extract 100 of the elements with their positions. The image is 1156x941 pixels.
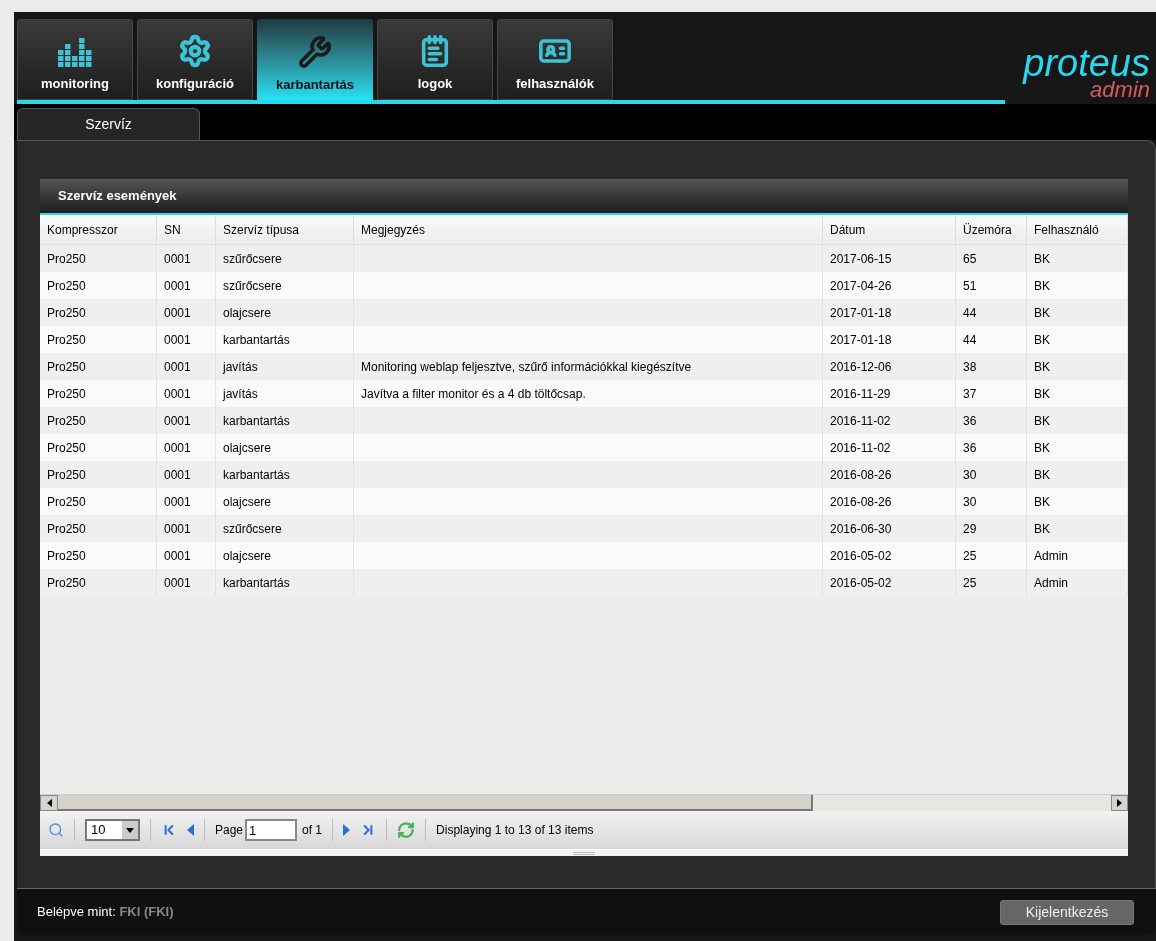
table-cell-text: BK [1034, 250, 1050, 268]
table-cell-text: 2016-12-06 [830, 358, 892, 376]
column-header[interactable]: Kompresszor [40, 215, 157, 244]
table-cell-text: 51 [963, 277, 977, 295]
table-cell-text: Pro250 [47, 520, 86, 538]
page-count: of 1 [302, 822, 323, 839]
table-cell-text: 2016-05-02 [830, 547, 892, 565]
grid-title: Szervíz események [40, 179, 1128, 215]
logo: proteus admin [1023, 46, 1151, 100]
table-cell-text: Pro250 [47, 493, 86, 511]
nav-tab[interactable]: felhasználók [497, 19, 613, 100]
table-cell-text: Admin [1034, 574, 1068, 592]
table-cell-text: Pro250 [47, 358, 86, 376]
table-cell-text: 2017-06-15 [830, 250, 892, 268]
table-cell-text: karbantartás [223, 331, 290, 349]
table-cell-text: BK [1034, 520, 1050, 538]
nav-tab[interactable]: monitoring [17, 19, 133, 100]
table-cell-text: Pro250 [47, 250, 86, 268]
table-cell-text: olajcsere [223, 547, 272, 565]
table-cell-text: 2016-05-02 [830, 574, 892, 592]
table-cell-text: karbantartás [223, 466, 290, 484]
table-cell-text: BK [1034, 385, 1050, 403]
login-status: Belépve mint: FKI (FKI) [37, 903, 174, 922]
table-cell-text: javítás [223, 385, 258, 403]
logout-button[interactable]: Kijelentkezés [1000, 899, 1134, 925]
table-cell-text: 2016-06-30 [830, 520, 892, 538]
table-cell-text: 0001 [164, 412, 191, 430]
table-cell-text: szűrőcsere [223, 277, 282, 295]
table-cell-text: Pro250 [47, 304, 86, 322]
table-cell-text: 2017-01-18 [830, 331, 892, 349]
next-page-icon[interactable] [343, 824, 351, 836]
table-cell-text: 2016-08-26 [830, 493, 892, 511]
section-tab[interactable]: Szervíz [17, 108, 200, 140]
table-cell-text: 0001 [164, 358, 191, 376]
table-cell-text: BK [1034, 466, 1050, 484]
horizontal-scrollbar[interactable] [40, 794, 1128, 811]
table-cell-text: 0001 [164, 493, 191, 511]
table-cell-text: Admin [1034, 547, 1068, 565]
table-cell-text: 0001 [164, 250, 191, 268]
table-cell-text: BK [1034, 439, 1050, 457]
table-cell-text: Monitoring weblap feljesztve, szűrő információkkal kiegészítve [361, 358, 692, 376]
table-cell-text: Pro250 [47, 385, 86, 403]
page-input[interactable]: 1 [245, 819, 298, 841]
table-cell-text: 0001 [164, 277, 191, 295]
table-cell-text: 44 [963, 331, 977, 349]
table-cell-text: 37 [963, 385, 977, 403]
column-header[interactable]: Megjegyzés [354, 215, 823, 244]
table-cell-text: BK [1034, 358, 1050, 376]
table-cell-text: Javítva a filter monitor és a 4 db töltőcsap. [361, 385, 586, 403]
column-header[interactable]: Felhasználó [1027, 215, 1128, 244]
resize-handle[interactable] [40, 849, 1128, 856]
column-header[interactable]: Dátum [823, 215, 956, 244]
table-cell-text: Pro250 [47, 277, 86, 295]
table-cell-text: Pro250 [47, 331, 86, 349]
table-cell-text: Pro250 [47, 439, 86, 457]
table-cell-text: 25 [963, 574, 977, 592]
previous-page-icon[interactable] [187, 824, 194, 836]
search-icon[interactable] [48, 822, 64, 838]
column-header[interactable]: SN [157, 215, 216, 244]
table-cell-text: 2017-04-26 [830, 277, 892, 295]
table-cell-text: 30 [963, 493, 977, 511]
table-cell-text: javítás [223, 358, 258, 376]
table-cell-text: 36 [963, 439, 977, 457]
table-cell-text: olajcsere [223, 439, 272, 457]
table-cell-text: BK [1034, 493, 1050, 511]
column-header[interactable]: Szervíz típusa [216, 215, 354, 244]
table-cell-text: szűrőcsere [223, 520, 282, 538]
table-cell-text: olajcsere [223, 493, 272, 511]
table-cell-text: 36 [963, 412, 977, 430]
table-cell-text: 2016-08-26 [830, 466, 892, 484]
page-label: Page [215, 822, 244, 839]
refresh-icon[interactable] [397, 821, 416, 839]
table-cell-text: BK [1034, 412, 1050, 430]
table-cell-text: 2016-11-29 [830, 385, 891, 403]
table-cell-text: 0001 [164, 520, 191, 538]
table-cell-text: olajcsere [223, 304, 272, 322]
nav-tab[interactable]: karbantartás [257, 19, 373, 100]
table-cell-text: 44 [963, 304, 977, 322]
table-cell-text: 0001 [164, 385, 191, 403]
table-cell-text: szűrőcsere [223, 250, 282, 268]
table-cell-text: karbantartás [223, 412, 290, 430]
table-cell-text: 65 [963, 250, 977, 268]
table-cell-text: 0001 [164, 466, 191, 484]
nav-tab[interactable]: konfiguráció [137, 19, 253, 100]
table-cell-text: 0001 [164, 439, 191, 457]
page-size-select[interactable]: 10 [85, 819, 140, 841]
table-cell-text: 2016-11-02 [830, 412, 891, 430]
table-cell-text: 2016-11-02 [830, 439, 891, 457]
wrench-icon [298, 34, 332, 69]
table-cell-text: Pro250 [47, 412, 86, 430]
nav-tab[interactable]: logok [377, 19, 493, 100]
table-cell-text: Pro250 [47, 547, 86, 565]
table-cell-text: 0001 [164, 331, 191, 349]
table-cell-text: BK [1034, 277, 1050, 295]
table-cell-text: 0001 [164, 304, 191, 322]
dropdown-caret-icon[interactable] [126, 827, 134, 833]
table-cell-text: 38 [963, 358, 977, 376]
column-header[interactable]: Üzemóra [956, 215, 1027, 244]
table-cell-text: Pro250 [47, 466, 86, 484]
pager-status: Displaying 1 to 13 of 13 items [436, 822, 594, 839]
